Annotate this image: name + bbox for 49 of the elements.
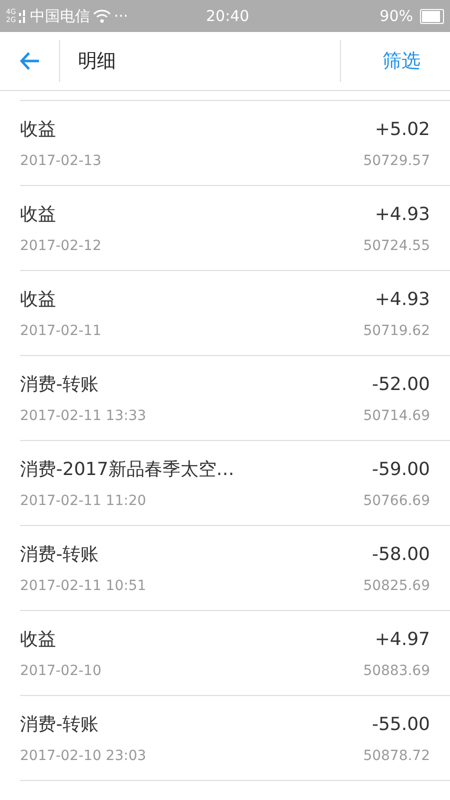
transaction-date: 2017-02-10 (20, 663, 102, 679)
balance-amount: 50825.69 (363, 578, 430, 594)
balance-amount: 50878.72 (363, 748, 430, 764)
transaction-amount: -58.00 (372, 544, 430, 564)
transaction-row[interactable]: 消费-转账 -58.00 2017-02-11 10:51 50825.69 (20, 526, 450, 611)
transaction-date: 2017-02-11 11:20 (20, 493, 146, 509)
transaction-amount: +4.93 (374, 288, 430, 310)
transaction-title: 收益 (20, 628, 56, 651)
carrier-name: 中国电信 (30, 6, 90, 26)
transaction-date: 2017-02-11 13:33 (20, 408, 146, 424)
transaction-amount: +4.93 (374, 204, 430, 224)
transaction-title: 收益 (20, 288, 56, 311)
back-arrow-icon (20, 52, 40, 70)
transaction-date: 2017-02-11 10:51 (20, 578, 146, 594)
battery-percent: 90% (380, 7, 413, 25)
transaction-title: 消费-2017新品春季太空… (20, 458, 234, 481)
transaction-amount: -59.00 (372, 458, 430, 480)
transaction-row[interactable]: 收益 +4.97 2017-02-10 50883.69 (20, 611, 450, 696)
transaction-amount: -55.00 (372, 714, 430, 734)
transaction-title: 消费-转账 (20, 543, 98, 566)
balance-amount: 50724.55 (363, 238, 430, 254)
more-indicator: ··· (114, 7, 128, 25)
transaction-row[interactable]: 收益 +4.93 2017-02-12 50724.55 (20, 186, 450, 271)
balance-amount: 50714.69 (363, 408, 430, 424)
transaction-date: 2017-02-12 (20, 238, 102, 254)
transaction-title: 收益 (20, 203, 56, 226)
transaction-row[interactable]: 收益 +4.93 2017-02-11 50719.62 (20, 271, 450, 356)
transaction-date: 2017-02-10 23:03 (20, 748, 146, 764)
transaction-title: 收益 (20, 118, 56, 141)
signal-icon (18, 9, 27, 23)
transaction-row[interactable]: 消费-转账 -52.00 2017-02-11 13:33 50714.69 (20, 356, 450, 441)
battery-icon (420, 8, 444, 24)
transaction-title: 消费-转账 (20, 373, 98, 396)
balance-amount: 50883.69 (363, 663, 430, 679)
transaction-date: 2017-02-11 (20, 323, 102, 339)
transaction-row[interactable]: 消费-转账 -55.00 2017-02-10 23:03 50878.72 (20, 696, 450, 781)
balance-amount: 50719.62 (363, 323, 430, 339)
transaction-amount: -52.00 (372, 374, 430, 394)
transaction-date: 2017-02-13 (20, 153, 102, 169)
wifi-icon (92, 9, 111, 23)
balance-amount: 50729.57 (363, 153, 430, 169)
transaction-row[interactable]: 收益 +5.02 2017-02-13 50729.57 (20, 101, 450, 186)
balance-amount: 50766.69 (363, 493, 430, 509)
transaction-amount: +5.02 (374, 118, 430, 140)
transaction-amount: +4.97 (374, 628, 430, 650)
clock: 20:40 (206, 7, 250, 25)
page-title: 明细 (78, 49, 117, 74)
transaction-title: 消费-转账 (20, 713, 98, 736)
transaction-row[interactable]: 消费-2017新品春季太空… -59.00 2017-02-11 11:20 50766.69 (20, 441, 450, 526)
